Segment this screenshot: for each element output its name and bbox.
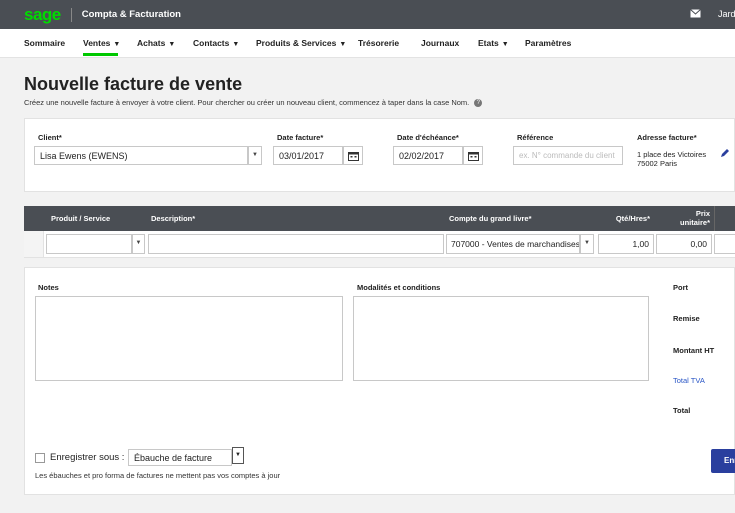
nav-label: Paramètres bbox=[525, 38, 572, 48]
notes-label: Notes bbox=[38, 283, 59, 292]
top-bar: sage Compta & Facturation Jardi bbox=[0, 0, 735, 29]
montant-ht-label: Montant HT bbox=[673, 346, 715, 355]
user-name[interactable]: Jardi bbox=[718, 9, 735, 19]
page-subtitle: Créez une nouvelle facture à envoyer à v… bbox=[24, 98, 483, 108]
nav-produits-services[interactable]: Produits & Services ▼ bbox=[256, 38, 346, 48]
account-field[interactable]: 707000 - Ventes de marchandises bbox=[446, 234, 580, 254]
caret-down-icon: ▼ bbox=[501, 41, 509, 48]
calendar-icon bbox=[347, 151, 359, 161]
col-unit-price-line: Prix bbox=[695, 209, 710, 218]
nav-tresorerie[interactable]: Trésorerie bbox=[358, 38, 399, 48]
remise-label: Remise bbox=[673, 314, 700, 323]
nav-label: Ventes bbox=[83, 38, 111, 48]
col-description: Description* bbox=[151, 214, 196, 223]
description-field[interactable] bbox=[148, 234, 444, 254]
col-unit-price-line: unitaire* bbox=[679, 218, 710, 227]
address-line: 75002 Paris bbox=[637, 159, 678, 168]
main-nav: Sommaire Ventes ▼ Achats ▼ Contacts ▼ Produ… bbox=[0, 29, 735, 58]
calendar-icon bbox=[467, 151, 479, 161]
nav-label: Achats bbox=[137, 38, 166, 48]
save-as-select[interactable]: Ébauche de facture bbox=[128, 449, 232, 466]
nav-parametres[interactable]: Paramètres bbox=[525, 38, 571, 48]
mail-icon[interactable] bbox=[690, 9, 701, 18]
total-label: Total bbox=[673, 406, 691, 415]
pencil-icon[interactable] bbox=[720, 148, 730, 158]
caret-down-icon: ▼ bbox=[339, 41, 347, 48]
col-account: Compte du grand livre* bbox=[449, 214, 532, 223]
help-icon[interactable]: ? bbox=[474, 99, 483, 108]
address-label: Adresse facture* bbox=[637, 133, 697, 142]
nav-label: Sommaire bbox=[24, 38, 66, 48]
app-title: Compta & Facturation bbox=[81, 9, 181, 20]
col-unit-price: Prix unitaire* bbox=[654, 209, 710, 227]
client-dropdown-button[interactable]: ▼ bbox=[248, 146, 262, 165]
nav-etats[interactable]: Etats ▼ bbox=[478, 38, 509, 48]
draft-note: Les ébauches et pro forma de factures ne… bbox=[35, 471, 281, 480]
notes-textarea[interactable] bbox=[35, 296, 343, 381]
active-nav-indicator bbox=[83, 53, 118, 56]
logo-divider bbox=[70, 7, 72, 22]
nav-ventes[interactable]: Ventes ▼ bbox=[83, 38, 120, 48]
nav-journaux[interactable]: Journaux bbox=[421, 38, 459, 48]
client-field[interactable]: Lisa Ewens (EWENS) bbox=[34, 146, 248, 165]
subtitle-text: Créez une nouvelle facture à envoyer à v… bbox=[24, 98, 470, 107]
row-drag-handle[interactable] bbox=[24, 231, 44, 257]
nav-label: Trésorerie bbox=[358, 38, 400, 48]
unit-price-field[interactable]: 0,00 bbox=[656, 234, 712, 254]
save-button[interactable]: Enr bbox=[711, 449, 735, 473]
account-dropdown-button[interactable]: ▼ bbox=[580, 234, 594, 254]
port-label: Port bbox=[673, 283, 688, 292]
page-title: Nouvelle facture de vente bbox=[24, 74, 243, 94]
due-date-label: Date d'échéance* bbox=[397, 133, 459, 142]
sage-logo[interactable]: sage bbox=[24, 6, 61, 23]
client-label: Client* bbox=[38, 133, 62, 142]
nav-contacts[interactable]: Contacts ▼ bbox=[193, 38, 239, 48]
due-date-field[interactable]: 02/02/2017 bbox=[393, 146, 463, 165]
caret-down-icon: ▼ bbox=[113, 41, 121, 48]
date-field[interactable]: 03/01/2017 bbox=[273, 146, 343, 165]
extra-column-field[interactable] bbox=[714, 234, 735, 254]
nav-sommaire[interactable]: Sommaire bbox=[24, 38, 65, 48]
date-label: Date facture* bbox=[277, 133, 324, 142]
save-as-dropdown-button[interactable]: ▼ bbox=[232, 447, 244, 464]
quantity-field[interactable]: 1,00 bbox=[598, 234, 654, 254]
product-field[interactable] bbox=[46, 234, 132, 254]
product-dropdown-button[interactable]: ▼ bbox=[132, 234, 145, 254]
due-date-calendar-button[interactable] bbox=[463, 146, 483, 165]
col-divider bbox=[714, 206, 715, 231]
nav-label: Contacts bbox=[193, 38, 230, 48]
caret-down-icon: ▼ bbox=[232, 41, 240, 48]
table-row: ▼ 707000 - Ventes de marchandises ▼ 1,00… bbox=[24, 231, 735, 258]
col-product: Produit / Service bbox=[51, 214, 111, 223]
nav-achats[interactable]: Achats ▼ bbox=[137, 38, 175, 48]
save-as-label: Enregistrer sous : bbox=[50, 452, 125, 463]
reference-label: Référence bbox=[517, 133, 554, 142]
caret-down-icon: ▼ bbox=[168, 41, 176, 48]
nav-label: Etats bbox=[478, 38, 499, 48]
reference-field[interactable]: ex. N° commande du client bbox=[513, 146, 623, 165]
address-line: 1 place des Victoires bbox=[637, 150, 707, 159]
billing-address: 1 place des Victoires 75002 Paris bbox=[637, 150, 706, 168]
terms-textarea[interactable] bbox=[353, 296, 649, 381]
nav-label: Produits & Services bbox=[256, 38, 337, 48]
col-quantity: Qté/Hres* bbox=[615, 214, 650, 223]
line-items-header: Produit / Service Description* Compte du… bbox=[24, 206, 735, 231]
date-calendar-button[interactable] bbox=[343, 146, 363, 165]
nav-label: Journaux bbox=[421, 38, 460, 48]
terms-label: Modalités et conditions bbox=[357, 283, 441, 292]
save-as-checkbox[interactable] bbox=[35, 453, 45, 463]
total-tva-link[interactable]: Total TVA bbox=[673, 376, 705, 385]
